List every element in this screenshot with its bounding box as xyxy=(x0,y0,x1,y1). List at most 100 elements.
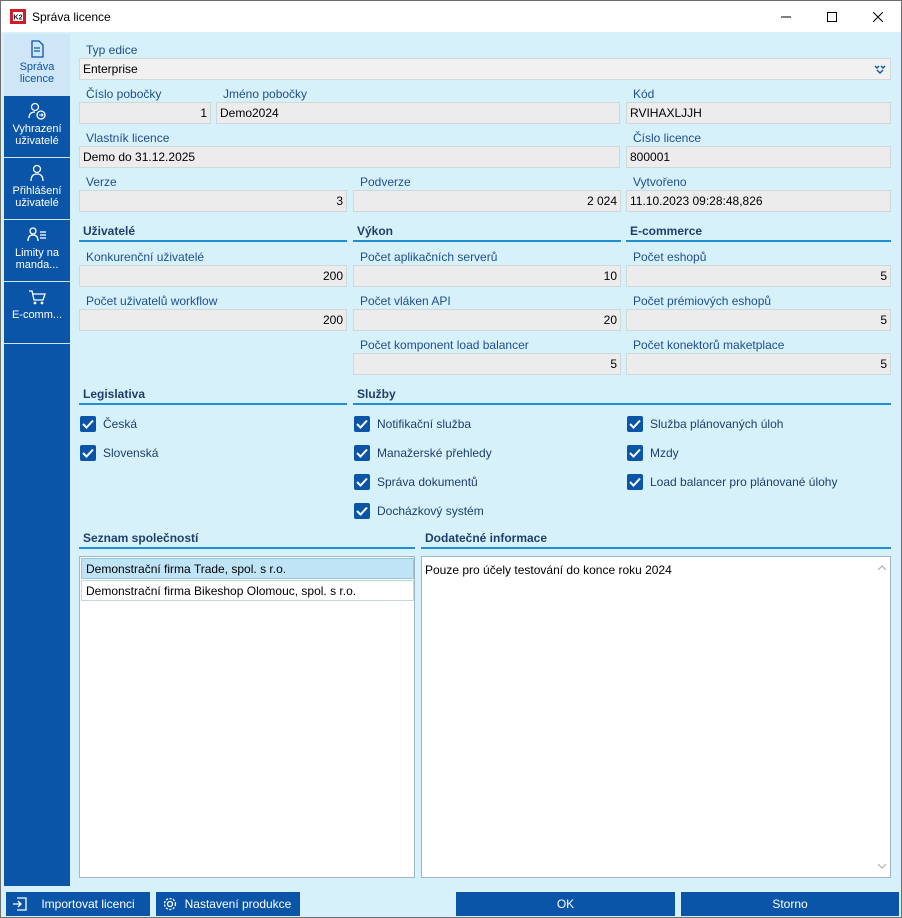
verze-label: Verze xyxy=(86,175,117,189)
sidebar-item-label: Limity na manda... xyxy=(14,247,60,271)
checkbox-label: Manažerské přehledy xyxy=(377,446,492,460)
cislo-licence-field[interactable]: 800001 xyxy=(626,146,891,168)
cislo-licence-label: Číslo licence xyxy=(633,131,702,145)
ok-button[interactable]: OK xyxy=(456,892,675,916)
checkbox-mzdy[interactable]: Mzdy xyxy=(627,444,679,462)
cancel-button[interactable]: Storno xyxy=(681,892,899,916)
checkbox-label: Slovenská xyxy=(103,446,159,460)
cart-icon xyxy=(29,290,46,305)
section-divider xyxy=(353,403,891,405)
vytvoreno-field[interactable]: 11.10.2023 09:28:48,826 xyxy=(626,190,891,212)
pocet-eshopu-label: Počet eshopů xyxy=(633,250,707,264)
maximize-button[interactable] xyxy=(809,1,855,32)
import-license-button[interactable]: Importovat licenci xyxy=(6,892,150,916)
vlakna-api-field[interactable]: 20 xyxy=(353,309,621,331)
cancel-label: Storno xyxy=(772,897,808,911)
verze-field[interactable]: 3 xyxy=(79,190,347,212)
vlastnik-licence-label: Vlastník licence xyxy=(86,131,170,145)
checkbox-label: Notifikační služba xyxy=(377,417,472,431)
sidebar-item-limity-na-mandanty[interactable]: Limity na manda... xyxy=(4,220,70,282)
sidebar-item-vyhrazeni-uzivatele[interactable]: Vyhrazení uživatelé xyxy=(4,96,70,158)
jmeno-pobocky-field[interactable]: Demo2024 xyxy=(216,102,620,124)
checkbox-notifikacni-sluzba[interactable]: Notifikační služba xyxy=(354,415,471,433)
konektory-field[interactable]: 5 xyxy=(626,353,891,375)
checkbox-checked-icon xyxy=(354,503,370,519)
checkbox-sprava-dokumentu[interactable]: Správa dokumentů xyxy=(354,473,478,491)
scroll-down-icon xyxy=(878,864,886,869)
uzivatele-workflow-field[interactable]: 200 xyxy=(79,309,347,331)
checkbox-checked-icon xyxy=(627,416,643,432)
checkbox-slovenska[interactable]: Slovenská xyxy=(80,444,158,462)
sidebar-item-label: E-comm... xyxy=(11,309,63,321)
checkbox-checked-icon xyxy=(627,474,643,490)
premiove-eshopy-field[interactable]: 5 xyxy=(626,309,891,331)
window-title: Správa licence xyxy=(32,10,111,24)
section-divider xyxy=(353,240,621,242)
checkbox-sluzba-planovanych-uloh[interactable]: Služba plánovaných úloh xyxy=(627,415,783,433)
checkbox-checked-icon xyxy=(354,416,370,432)
app-logo-icon: K2 xyxy=(10,9,26,24)
typ-edice-value: Enterprise xyxy=(83,62,138,76)
checkbox-dochazkovy-system[interactable]: Docházkový systém xyxy=(354,502,484,520)
checkbox-checked-icon xyxy=(627,445,643,461)
uzivatele-section-title: Uživatelé xyxy=(83,224,136,238)
section-divider xyxy=(79,403,347,405)
title-bar: K2 Správa licence xyxy=(1,1,901,32)
ok-label: OK xyxy=(556,897,575,911)
section-divider xyxy=(79,547,415,549)
production-settings-label: Nastavení produkce xyxy=(184,897,292,911)
sidebar-item-ecommerce[interactable]: E-comm... xyxy=(4,282,70,344)
pocet-eshopu-field[interactable]: 5 xyxy=(626,265,891,287)
additional-info-text: Pouze pro účely testování do konce roku … xyxy=(425,563,672,577)
minimize-button[interactable] xyxy=(763,1,809,32)
additional-info-textarea[interactable]: Pouze pro účely testování do konce roku … xyxy=(421,556,891,878)
sidebar-item-label: Vyhrazení uživatelé xyxy=(12,123,62,147)
cislo-pobocky-field[interactable]: 1 xyxy=(79,102,211,124)
section-divider xyxy=(79,240,347,242)
minimize-icon xyxy=(781,16,791,17)
typ-edice-select[interactable]: Enterprise xyxy=(79,58,891,80)
production-settings-button[interactable]: Nastavení produkce xyxy=(156,892,300,916)
sidebar-item-sprava-licence[interactable]: Správa licence xyxy=(4,34,70,96)
scroll-up-icon xyxy=(878,565,886,570)
checkbox-load-balancer-ulohy[interactable]: Load balancer pro plánované úlohy xyxy=(627,473,837,491)
user-arrow-icon xyxy=(28,102,46,120)
podverze-label: Podverze xyxy=(360,175,411,189)
list-item[interactable]: Demonstrační firma Bikeshop Olomouc, spo… xyxy=(81,580,414,601)
podverze-field[interactable]: 2 024 xyxy=(353,190,621,212)
checkbox-ceska[interactable]: Česká xyxy=(80,415,137,433)
aplikacni-servery-field[interactable]: 10 xyxy=(353,265,621,287)
sidebar: Správa licence Vyhrazení uživatelé Přihl… xyxy=(4,34,70,886)
premiove-eshopy-label: Počet prémiových eshopů xyxy=(633,294,772,308)
checkbox-label: Load balancer pro plánované úlohy xyxy=(650,475,838,489)
checkbox-manazerske-prehledy[interactable]: Manažerské přehledy xyxy=(354,444,492,462)
aplikacni-servery-label: Počet aplikačních serverů xyxy=(360,250,498,264)
load-balancer-label: Počet komponent load balancer xyxy=(360,338,529,352)
vlastnik-licence-field[interactable]: Demo do 31.12.2025 xyxy=(79,146,620,168)
uzivatele-workflow-label: Počet uživatelů workflow xyxy=(86,294,218,308)
close-icon xyxy=(873,11,883,22)
konkurencni-uzivatele-field[interactable]: 200 xyxy=(79,265,347,287)
close-button[interactable] xyxy=(855,1,901,32)
checkbox-label: Česká xyxy=(103,417,138,431)
checkbox-label: Mzdy xyxy=(650,446,679,460)
vlakna-api-label: Počet vláken API xyxy=(360,294,451,308)
checkbox-checked-icon xyxy=(80,445,96,461)
seznam-spolecnosti-title: Seznam společností xyxy=(83,531,199,545)
kod-label: Kód xyxy=(633,87,655,101)
checkbox-label: Docházkový systém xyxy=(377,504,484,518)
import-license-label: Importovat licenci xyxy=(41,897,135,911)
sidebar-item-label: Správa licence xyxy=(19,61,55,85)
sidebar-item-prihlaseni-uzivatele[interactable]: Přihlášení uživatelé xyxy=(4,158,70,220)
dodatecne-informace-title: Dodatečné informace xyxy=(425,531,548,545)
checkbox-checked-icon xyxy=(354,474,370,490)
kod-field[interactable]: RVIHAXLJJH xyxy=(626,102,891,124)
konkurencni-uzivatele-label: Konkurenční uživatelé xyxy=(86,250,205,264)
list-item[interactable]: Demonstrační firma Trade, spol. s r.o. xyxy=(81,558,414,579)
vertical-scrollbar[interactable] xyxy=(873,557,890,877)
legislativa-section-title: Legislativa xyxy=(83,387,146,401)
company-list[interactable]: Demonstrační firma Trade, spol. s r.o. D… xyxy=(79,556,415,878)
load-balancer-field[interactable]: 5 xyxy=(353,353,621,375)
gear-icon xyxy=(163,897,177,911)
maximize-icon xyxy=(827,11,837,22)
